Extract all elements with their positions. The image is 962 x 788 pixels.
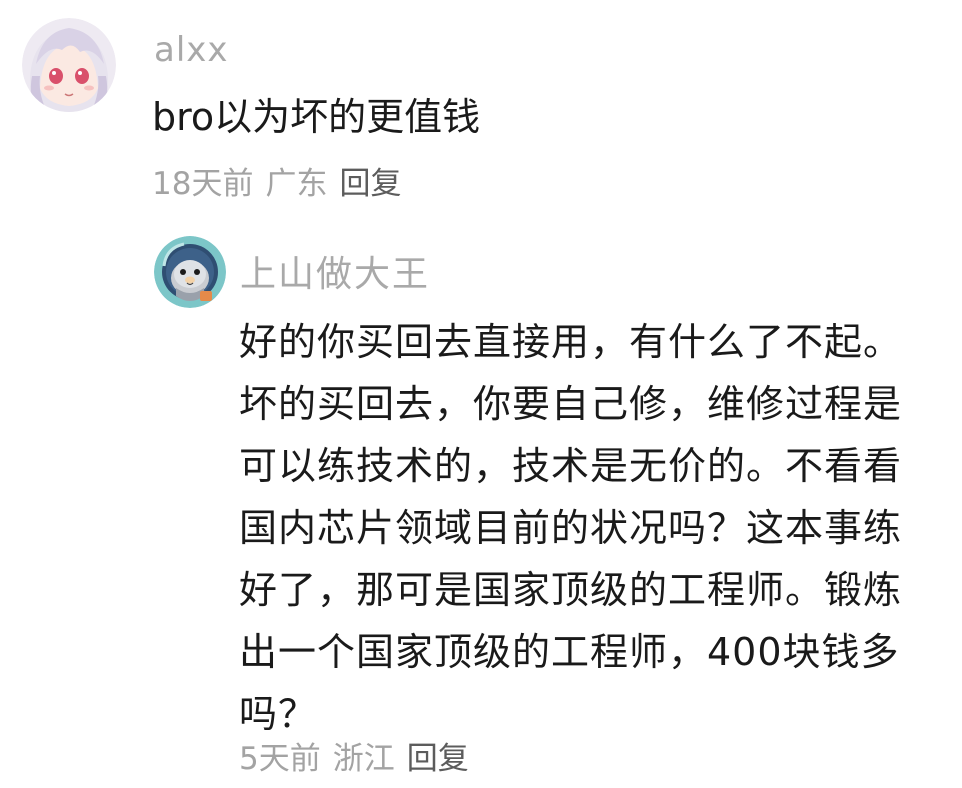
seal-astronaut-avatar-icon xyxy=(154,236,226,308)
reply-button[interactable]: 回复 xyxy=(407,733,469,778)
reply-location: 浙江 xyxy=(332,741,395,777)
avatar[interactable] xyxy=(154,236,226,308)
reply-text: 好的你买回去直接用，有什么了不起。坏的买回去，你要自己修，维修过程是可以练技术的… xyxy=(239,320,903,736)
username[interactable]: 上山做大王 xyxy=(240,245,430,297)
reply-time: 5天前 xyxy=(239,741,321,777)
reply-meta: 5天前 浙江 回复 xyxy=(239,733,469,778)
reply-item: 上山做大王 好的你买回去直接用，有什么了不起。坏的买回去，你要自己修，维修过程是… xyxy=(0,0,962,788)
